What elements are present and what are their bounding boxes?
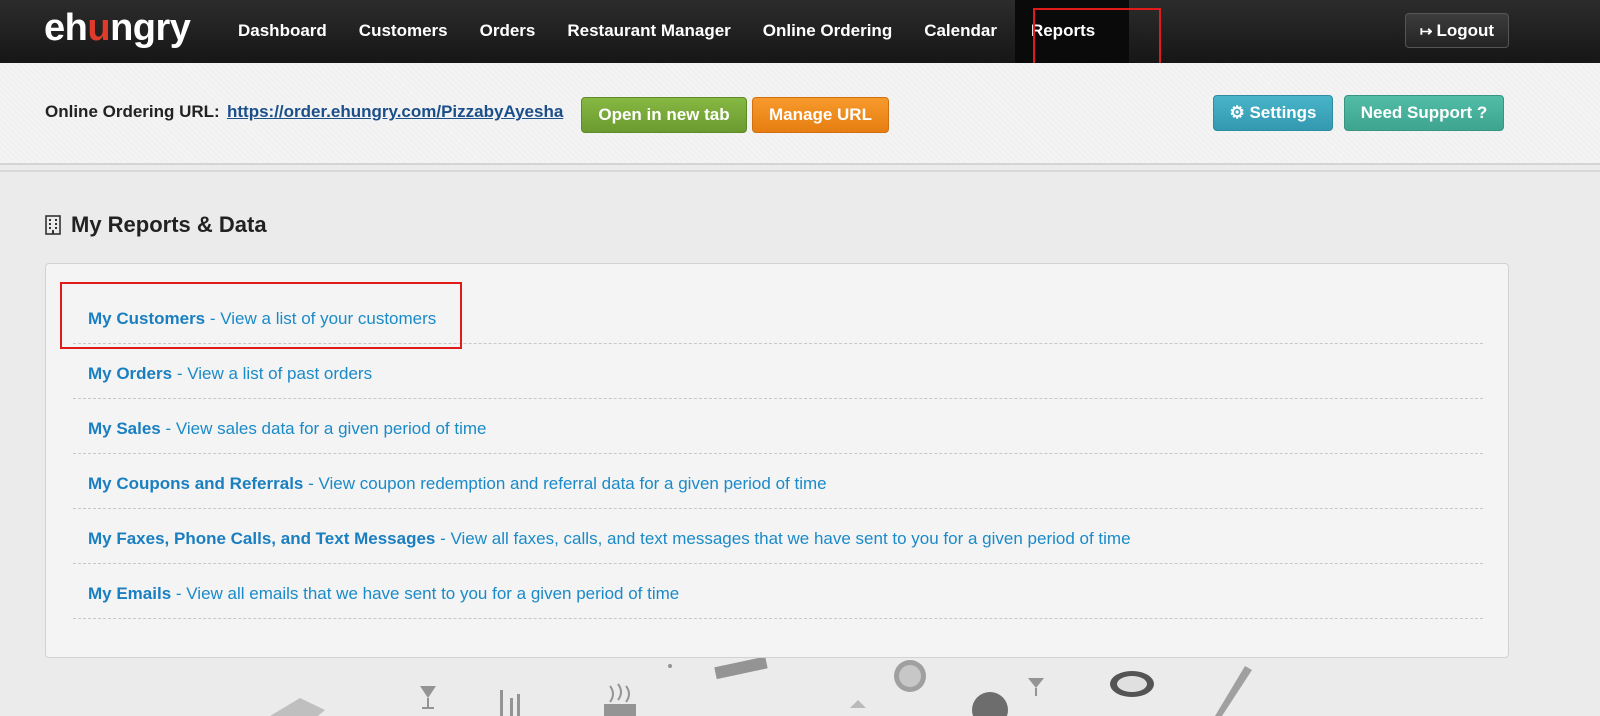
section-title-text: My Reports & Data: [71, 212, 267, 237]
report-title[interactable]: My Customers: [88, 309, 205, 328]
online-ordering-url-link[interactable]: https://order.ehungry.com/PizzabyAyesha: [227, 102, 563, 122]
reports-panel: My Customers - View a list of your custo…: [45, 263, 1509, 658]
settings-button[interactable]: ⚙ Settings: [1213, 95, 1333, 131]
building-icon: [45, 215, 61, 235]
report-title[interactable]: My Emails: [88, 584, 171, 603]
report-description[interactable]: - View a list of past orders: [172, 364, 372, 383]
report-description[interactable]: - View a list of your customers: [205, 309, 436, 328]
logout-label: Logout: [1436, 21, 1495, 40]
divider: [0, 163, 1600, 165]
report-title[interactable]: My Faxes, Phone Calls, and Text Messages: [88, 529, 435, 548]
nav-restaurant-manager[interactable]: Restaurant Manager: [551, 0, 746, 63]
logout-button[interactable]: ↦ Logout: [1405, 13, 1509, 48]
nav-reports[interactable]: Reports: [1014, 0, 1130, 63]
logout-icon: ↦: [1419, 23, 1433, 40]
main-nav: Dashboard Customers Orders Restaurant Ma…: [222, 0, 1130, 63]
logo-smile-u: u: [87, 7, 111, 49]
report-item-orders[interactable]: My Orders - View a list of past orders: [73, 345, 1483, 399]
report-description[interactable]: - View all emails that we have sent to y…: [171, 584, 679, 603]
nav-calendar[interactable]: Calendar: [908, 0, 1013, 63]
report-title[interactable]: My Orders: [88, 364, 172, 383]
food-decor-illustration: [270, 658, 1252, 716]
online-ordering-url-label: Online Ordering URL:: [45, 102, 220, 121]
nav-orders[interactable]: Orders: [464, 0, 552, 63]
nav-customers[interactable]: Customers: [343, 0, 464, 63]
report-item-emails[interactable]: My Emails - View all emails that we have…: [73, 565, 1483, 619]
ehungry-logo[interactable]: ehungry: [44, 7, 191, 49]
report-item-faxes[interactable]: My Faxes, Phone Calls, and Text Messages…: [73, 510, 1483, 564]
nav-online-ordering[interactable]: Online Ordering: [747, 0, 908, 63]
report-title[interactable]: My Sales: [88, 419, 161, 438]
manage-url-button[interactable]: Manage URL: [752, 97, 889, 133]
open-new-tab-button[interactable]: Open in new tab: [581, 97, 747, 133]
report-item-coupons[interactable]: My Coupons and Referrals - View coupon r…: [73, 455, 1483, 509]
gear-icon: ⚙: [1229, 103, 1245, 122]
divider: [0, 170, 1600, 172]
page-title: My Reports & Data: [45, 212, 267, 238]
report-description[interactable]: - View sales data for a given period of …: [161, 419, 486, 438]
report-item-sales[interactable]: My Sales - View sales data for a given p…: [73, 400, 1483, 454]
report-description[interactable]: - View coupon redemption and referral da…: [303, 474, 827, 493]
settings-label: Settings: [1249, 103, 1317, 122]
need-support-button[interactable]: Need Support ?: [1344, 95, 1504, 131]
nav-dashboard[interactable]: Dashboard: [222, 0, 343, 63]
report-description[interactable]: - View all faxes, calls, and text messag…: [435, 529, 1130, 548]
report-item-customers[interactable]: My Customers - View a list of your custo…: [73, 290, 1483, 344]
report-title[interactable]: My Coupons and Referrals: [88, 474, 303, 493]
top-navbar: ehungry Dashboard Customers Orders Resta…: [0, 0, 1600, 63]
